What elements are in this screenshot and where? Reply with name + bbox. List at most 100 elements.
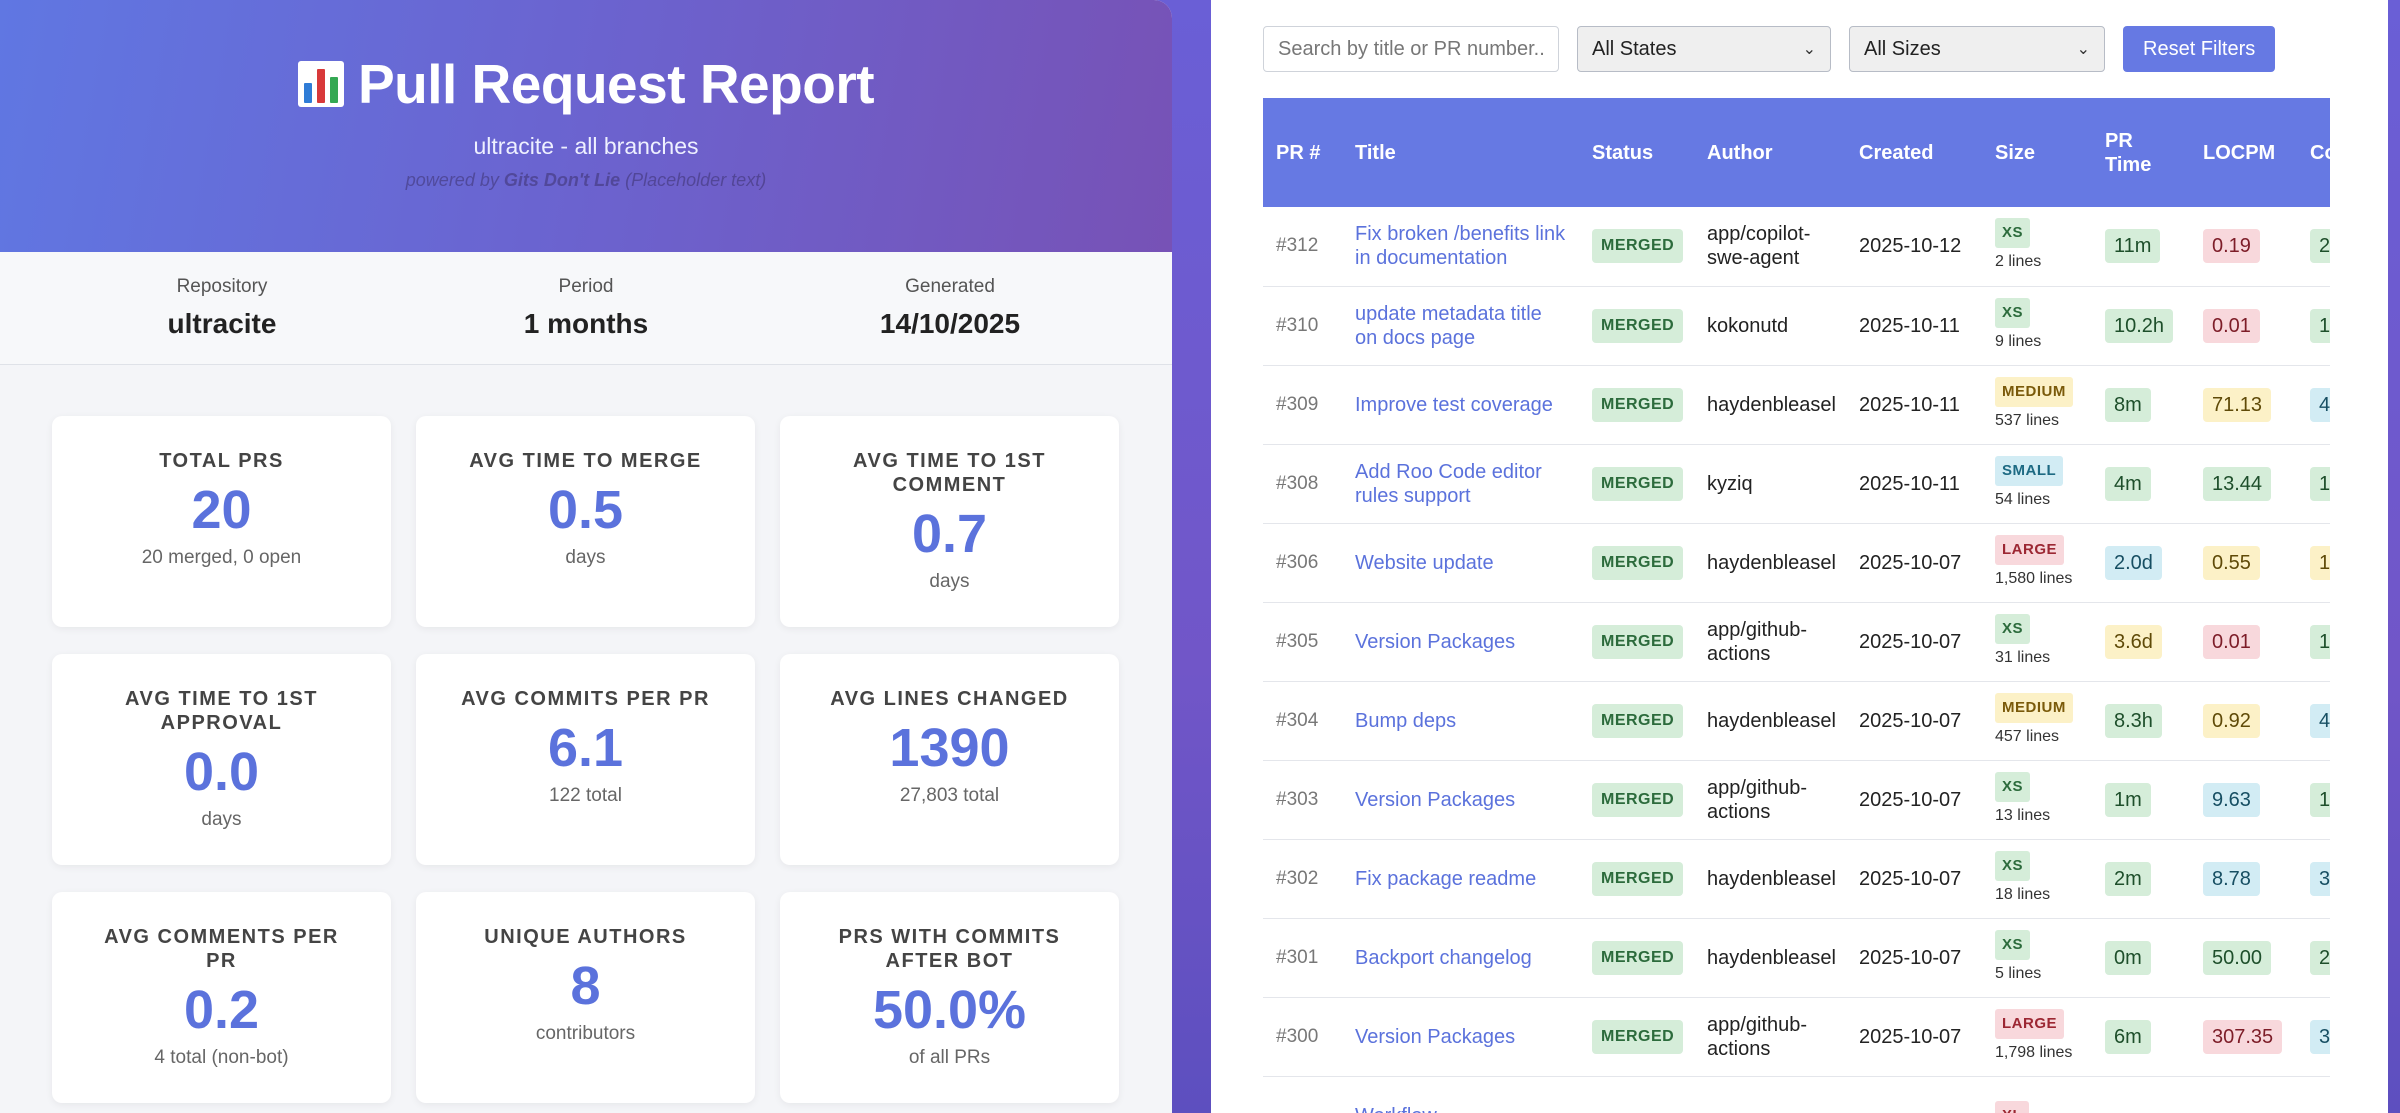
powered-by-prefix: powered by bbox=[405, 170, 504, 190]
co-value: 2 bbox=[2310, 940, 2330, 975]
pr-title-link[interactable]: Workflow bbox=[1355, 1105, 1437, 1113]
column-header[interactable]: PR Time bbox=[2092, 98, 2190, 207]
pr-title-link[interactable]: Improve test coverage bbox=[1355, 394, 1553, 416]
locpm-cell: 50.00 bbox=[2190, 918, 2297, 998]
column-header[interactable]: Created bbox=[1846, 98, 1982, 207]
status-cell: MERGED bbox=[1579, 760, 1694, 840]
pr-title-link[interactable]: update metadata title on docs page bbox=[1355, 303, 1542, 349]
pr-title-link[interactable]: Version Packages bbox=[1355, 789, 1515, 811]
pr-title-link[interactable]: Backport changelog bbox=[1355, 947, 1532, 969]
column-header[interactable]: PR # bbox=[1263, 98, 1342, 207]
column-header[interactable]: Title bbox=[1342, 98, 1579, 207]
report-header: Pull Request Report ultracite - all bran… bbox=[0, 0, 1172, 252]
pr-title-link[interactable]: Fix package readme bbox=[1355, 868, 1536, 890]
table-row[interactable]: #301 Backport changelog MERGED haydenblease… bbox=[1263, 918, 2330, 998]
locpm-value: 0.19 bbox=[2203, 229, 2260, 264]
pr-number: #302 bbox=[1263, 839, 1342, 919]
size-cell: SMALL 54 lines bbox=[1982, 444, 2092, 524]
pr-title-link[interactable]: Website update bbox=[1355, 552, 1494, 574]
status-badge: MERGED bbox=[1592, 1019, 1684, 1054]
locpm-cell: 0.01 bbox=[2190, 286, 2297, 366]
meta-value: 14/10/2025 bbox=[879, 308, 1021, 339]
locpm-cell bbox=[2190, 1076, 2297, 1113]
status-badge: MERGED bbox=[1592, 624, 1684, 659]
pr-time-value: 8.3h bbox=[2105, 703, 2162, 738]
report-subtitle: ultracite - all branches bbox=[473, 133, 699, 159]
pr-title-link[interactable]: Version Packages bbox=[1355, 1026, 1515, 1048]
pr-time-value: 2.0d bbox=[2105, 545, 2162, 580]
pr-title-link[interactable]: Add Roo Code editor rules support bbox=[1355, 461, 1542, 507]
column-header[interactable]: Status bbox=[1579, 98, 1694, 207]
stat-value: 20 bbox=[191, 480, 252, 540]
table-row[interactable]: #304 Bump deps MERGED haydenbleasel 2025-10-… bbox=[1263, 681, 2330, 761]
table-row[interactable]: #312 Fix broken /benefits link in documen… bbox=[1263, 207, 2330, 287]
co-cell: 3 bbox=[2297, 839, 2330, 919]
size-cell: XL bbox=[1982, 1076, 2092, 1113]
pr-title-cell: Improve test coverage bbox=[1342, 365, 1579, 445]
column-header[interactable]: LOCPM bbox=[2190, 98, 2297, 207]
pr-title-link[interactable]: Version Packages bbox=[1355, 631, 1515, 653]
table-row[interactable]: #310 update metadata title on docs page ME… bbox=[1263, 286, 2330, 366]
created-cell: 2025-10-11 bbox=[1846, 444, 1982, 524]
table-row[interactable]: #305 Version Packages MERGED app/github-act… bbox=[1263, 602, 2330, 682]
pr-title-cell: Add Roo Code editor rules support bbox=[1342, 444, 1579, 524]
column-header[interactable]: Size bbox=[1982, 98, 2092, 207]
stat-value: 0.0 bbox=[183, 742, 260, 802]
stat-label: AVG LINES CHANGED bbox=[830, 688, 1069, 710]
pr-title-cell: Backport changelog bbox=[1342, 918, 1579, 998]
pr-time-value: 11m bbox=[2105, 229, 2161, 264]
size-badge: LARGE bbox=[1995, 534, 2064, 565]
stat-card-avg-comments-per-pr: AVG COMMENTS PER PR 0.2 4 total (non-bot… bbox=[52, 892, 391, 1103]
created-cell: 2025-10-07 bbox=[1846, 918, 1982, 998]
locpm-cell: 0.19 bbox=[2190, 207, 2297, 287]
co-value: 4 bbox=[2310, 387, 2330, 422]
size-lines: 54 lines bbox=[1995, 490, 2051, 508]
co-value: 1( bbox=[2310, 545, 2330, 580]
stat-value: 50.0% bbox=[872, 980, 1027, 1040]
column-header[interactable]: Co bbox=[2297, 98, 2330, 207]
created-cell: 2025-10-11 bbox=[1846, 365, 1982, 445]
size-lines: 457 lines bbox=[1995, 727, 2060, 745]
size-filter-select[interactable]: All Sizes ⌄ bbox=[1849, 26, 2105, 72]
size-cell: MEDIUM 457 lines bbox=[1982, 681, 2092, 761]
created-cell: 2025-10-07 bbox=[1846, 681, 1982, 761]
stat-value: 0.7 bbox=[911, 504, 988, 564]
pr-number: #304 bbox=[1263, 681, 1342, 761]
locpm-cell: 0.55 bbox=[2190, 523, 2297, 603]
pr-time-value: 10.2h bbox=[2105, 308, 2174, 343]
author-cell: kokonutd bbox=[1694, 286, 1846, 366]
column-header[interactable]: Author bbox=[1694, 98, 1846, 207]
pr-time-cell: 4m bbox=[2092, 444, 2190, 524]
table-row[interactable]: #302 Fix package readme MERGED haydenblease… bbox=[1263, 839, 2330, 919]
pr-time-cell: 8.3h bbox=[2092, 681, 2190, 761]
pr-number: #310 bbox=[1263, 286, 1342, 366]
co-cell: 2 bbox=[2297, 207, 2330, 287]
pr-number: #305 bbox=[1263, 602, 1342, 682]
powered-by-brand: Gits Don't Lie bbox=[503, 170, 621, 190]
pr-table-container[interactable]: PR # Title Status Author Created Size PR Time L… bbox=[1263, 98, 2330, 1113]
pr-time-cell: 6m bbox=[2092, 997, 2190, 1077]
author-cell: app/github-actions bbox=[1694, 602, 1846, 682]
pr-title-link[interactable]: Bump deps bbox=[1355, 710, 1456, 732]
reset-filters-button[interactable]: Reset Filters bbox=[2123, 26, 2276, 72]
status-cell: MERGED bbox=[1579, 602, 1694, 682]
stat-label: TOTAL PRS bbox=[159, 450, 284, 472]
stat-value: 1390 bbox=[889, 718, 1010, 778]
state-filter-select[interactable]: All States ⌄ bbox=[1577, 26, 1831, 72]
author-cell: haydenbleasel bbox=[1694, 681, 1846, 761]
locpm-cell: 0.92 bbox=[2190, 681, 2297, 761]
table-row[interactable]: #300 Version Packages MERGED app/github-act… bbox=[1263, 997, 2330, 1077]
search-input[interactable] bbox=[1263, 26, 1559, 72]
pr-title-cell: Version Packages bbox=[1342, 602, 1579, 682]
table-row[interactable]: #308 Add Roo Code editor rules support MER… bbox=[1263, 444, 2330, 524]
table-row[interactable]: #306 Website update MERGED haydenbleasel 202… bbox=[1263, 523, 2330, 603]
pr-title-link[interactable]: Fix broken /benefits link in documentati… bbox=[1355, 223, 1565, 269]
table-row[interactable]: #309 Improve test coverage MERGED haydenble… bbox=[1263, 365, 2330, 445]
table-row[interactable]: #303 Version Packages MERGED app/github-act… bbox=[1263, 760, 2330, 840]
author-cell: haydenbleasel bbox=[1694, 365, 1846, 445]
pr-number: #312 bbox=[1263, 207, 1342, 287]
pr-time-cell: 8m bbox=[2092, 365, 2190, 445]
status-badge: MERGED bbox=[1592, 861, 1684, 896]
created-cell bbox=[1846, 1076, 1982, 1113]
table-row[interactable]: Workflow XL bbox=[1263, 1076, 2330, 1113]
